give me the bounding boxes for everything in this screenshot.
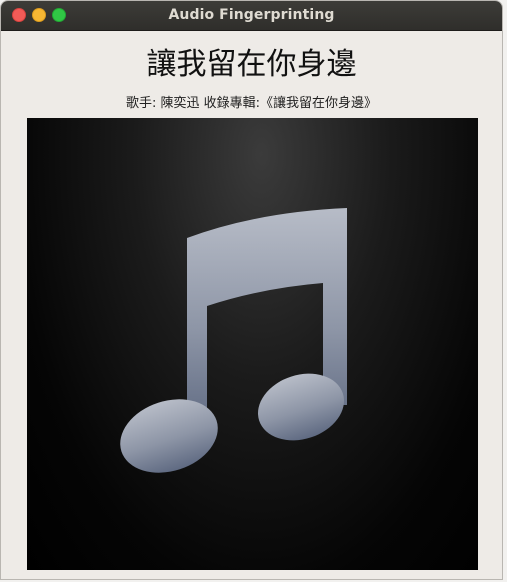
artist-album-info: 歌手: 陳奕迅 收錄專輯:《讓我留在你身邊》 <box>125 96 378 111</box>
window-title: Audio Fingerprinting <box>168 7 335 23</box>
music-note-icon <box>120 208 347 473</box>
title-bar[interactable]: Audio Fingerprinting <box>1 1 502 31</box>
app-window: Audio Fingerprinting 讓我留在你身邊 歌手: 陳奕迅 收錄專… <box>0 0 503 580</box>
album-art <box>27 118 478 570</box>
song-title: 讓我留在你身邊 <box>146 47 357 82</box>
